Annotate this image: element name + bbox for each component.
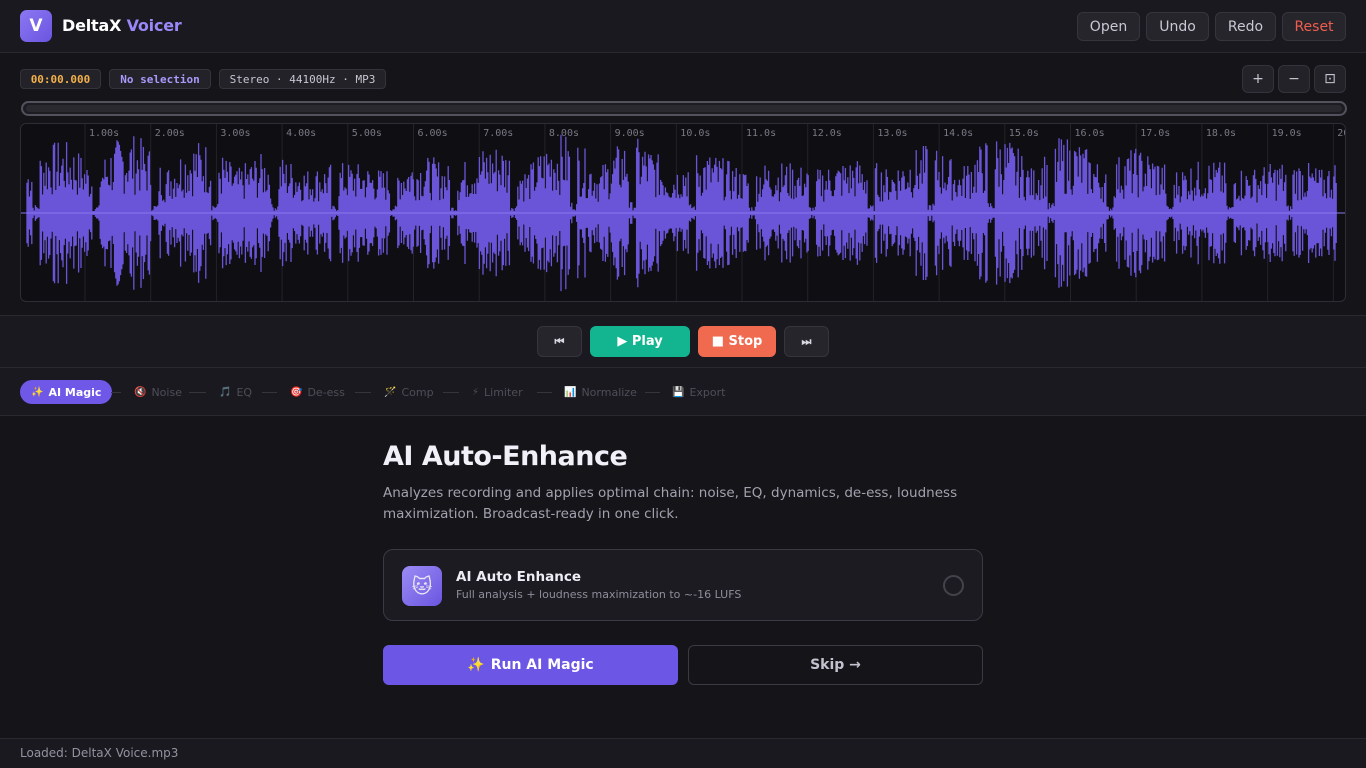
format-display: Stereo · 44100Hz · MP3 — [219, 69, 386, 89]
save-icon: 💾 — [672, 386, 685, 398]
ruler-label: 10.0s — [680, 128, 711, 139]
ruler-label: 3.00s — [220, 128, 251, 139]
card-subtitle: Full analysis + loudness maximization to… — [456, 588, 742, 601]
app-title-part2: Voicer — [126, 16, 182, 35]
status-text: Loaded: DeltaX Voice.mp3 — [20, 746, 179, 760]
step-noise[interactable]: 🔇 Noise — [134, 380, 182, 404]
step-label: Limiter — [484, 385, 523, 399]
step-label: Export — [689, 385, 726, 399]
step-limiter[interactable]: ⚡ Limiter — [472, 380, 523, 404]
wand-icon: 🪄 — [384, 386, 397, 398]
open-button[interactable]: Open — [1077, 12, 1140, 41]
play-button[interactable]: ▶ Play — [590, 326, 690, 357]
skip-button[interactable]: Skip → — [688, 645, 983, 685]
forward-button[interactable]: ⏭ — [784, 326, 829, 357]
ruler-label: 17.0s — [1140, 128, 1171, 139]
ruler-label: 8.00s — [548, 128, 579, 139]
workflow-steps: ✨ AI Magic 🔇 Noise 🎵 EQ 🎯 De-ess 🪄 Comp … — [0, 368, 1366, 416]
step-divider — [355, 392, 371, 393]
option-radio[interactable] — [943, 575, 964, 596]
ruler-label: 6.00s — [417, 128, 448, 139]
ruler-label: 5.00s — [351, 128, 382, 139]
ruler-label: 11.0s — [746, 128, 777, 139]
step-label: Normalize — [581, 385, 637, 399]
robot-cat-icon: 🐱 — [402, 566, 442, 606]
step-label: EQ — [236, 385, 253, 399]
step-divider — [537, 392, 552, 393]
lightning-icon: ⚡ — [472, 386, 480, 398]
reset-button[interactable]: Reset — [1282, 12, 1346, 41]
app-logo: V — [20, 10, 52, 42]
zoom-out-button[interactable]: − — [1278, 65, 1310, 93]
step-normalize[interactable]: 📊 Normalize — [564, 380, 637, 404]
step-comp[interactable]: 🪄 Comp — [384, 380, 434, 404]
page-description: Analyzes recording and applies optimal c… — [383, 485, 958, 522]
ruler-label: 20 — [1337, 128, 1345, 139]
selection-display: No selection — [109, 69, 211, 89]
time-display: 00:00.000 — [20, 69, 101, 89]
waveform-panel[interactable]: 1.00s 2.00s 3.00s 4.00s 5.00s 6.00s 7.00s 8.00s… — [20, 123, 1346, 302]
step-divider — [111, 392, 121, 393]
step-divider — [189, 392, 206, 393]
ruler-label: 15.0s — [1008, 128, 1039, 139]
sparkles-icon: ✨ — [467, 657, 485, 673]
ruler-label: 4.00s — [286, 128, 317, 139]
page-title: AI Auto-Enhance — [383, 441, 628, 472]
ai-enhance-option-card[interactable]: 🐱 AI Auto Enhance Full analysis + loudne… — [383, 549, 983, 621]
ruler-label: 7.00s — [483, 128, 514, 139]
mute-icon: 🔇 — [134, 386, 147, 398]
card-title: AI Auto Enhance — [456, 569, 581, 585]
step-divider — [443, 392, 459, 393]
app-title-part1: DeltaX — [62, 16, 122, 35]
ruler-label: 1.00s — [89, 128, 120, 139]
bar-chart-icon: 📊 — [564, 386, 577, 398]
target-icon: 🎯 — [290, 386, 303, 398]
ruler-label: 13.0s — [877, 128, 908, 139]
stop-button[interactable]: ■ Stop — [698, 326, 776, 357]
undo-button[interactable]: Undo — [1146, 12, 1209, 41]
step-label: AI Magic — [48, 385, 102, 399]
step-label: Noise — [151, 385, 182, 399]
ruler-label: 16.0s — [1074, 128, 1105, 139]
rewind-button[interactable]: ⏮ — [537, 326, 582, 357]
sparkles-icon: ✨ — [31, 386, 44, 398]
app-title: DeltaX Voicer — [62, 16, 182, 35]
run-button-label: Run AI Magic — [490, 657, 594, 673]
status-bar: Loaded: DeltaX Voice.mp3 — [0, 738, 1366, 768]
step-eq[interactable]: 🎵 EQ — [219, 380, 252, 404]
ruler-label: 9.00s — [614, 128, 645, 139]
step-divider — [262, 392, 277, 393]
step-label: De-ess — [307, 385, 345, 399]
music-note-icon: 🎵 — [219, 386, 232, 398]
redo-button[interactable]: Redo — [1215, 12, 1276, 41]
run-ai-magic-button[interactable]: ✨ Run AI Magic — [383, 645, 678, 685]
step-export[interactable]: 💾 Export — [672, 380, 725, 404]
zoom-fit-button[interactable]: ⊡ — [1314, 65, 1346, 93]
top-bar: V DeltaX Voicer Open Undo Redo Reset — [0, 0, 1366, 53]
waveform-canvas[interactable] — [21, 124, 1346, 302]
step-divider — [645, 392, 660, 393]
step-label: Comp — [401, 385, 434, 399]
scrollbar-thumb[interactable] — [26, 105, 1342, 112]
step-ai-magic[interactable]: ✨ AI Magic — [20, 380, 113, 404]
ruler-label: 14.0s — [943, 128, 974, 139]
ruler-label: 2.00s — [154, 128, 185, 139]
ruler-label: 18.0s — [1205, 128, 1236, 139]
ruler-label: 12.0s — [811, 128, 842, 139]
zoom-in-button[interactable]: + — [1242, 65, 1274, 93]
step-de-ess[interactable]: 🎯 De-ess — [290, 380, 345, 404]
ruler-label: 19.0s — [1271, 128, 1302, 139]
waveform-scrollbar[interactable] — [21, 101, 1347, 116]
